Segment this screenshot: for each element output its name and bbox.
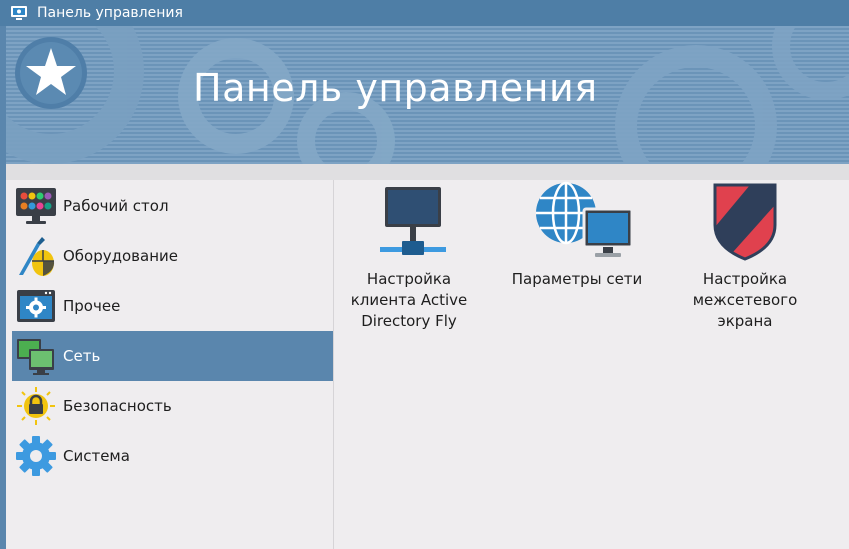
window-titlebar: Панель управления <box>0 0 849 26</box>
network-settings-icon <box>536 181 634 257</box>
sidebar-item-label: Рабочий стол <box>63 197 169 215</box>
sidebar-item-hardware[interactable]: Оборудование <box>12 231 333 281</box>
sidebar-item-label: Оборудование <box>63 247 178 265</box>
system-gear-icon <box>16 436 56 476</box>
tile-active-directory[interactable]: Настройка клиента Active Directory Fly <box>334 181 484 351</box>
security-lock-icon <box>17 387 55 425</box>
star-logo-icon <box>15 37 87 109</box>
tile-label: Параметры сети <box>511 270 643 288</box>
control-panel-window: Панель управления Рабочий стол Оборудова… <box>6 26 849 549</box>
sidebar-item-label: Безопасность <box>63 397 172 415</box>
network-icon <box>17 339 54 375</box>
sidebar-item-label: Прочее <box>63 297 121 315</box>
hardware-icon <box>19 237 55 276</box>
sidebar-item-system[interactable]: Система <box>12 431 333 481</box>
banner-divider <box>6 164 849 180</box>
tile-network-settings[interactable]: Параметры сети <box>502 181 652 351</box>
sidebar-item-label: Система <box>63 447 130 465</box>
active-directory-icon <box>380 187 446 255</box>
sidebar-item-label: Сеть <box>63 347 101 365</box>
firewall-shield-icon <box>713 183 777 261</box>
desktop-icon <box>16 188 56 224</box>
network-content-area: Настройка клиента Active Directory Fly П… <box>334 181 849 549</box>
banner-title: Панель управления <box>193 66 598 110</box>
tile-firewall[interactable]: Настройка межсетевого экрана <box>670 181 820 351</box>
header-banner: Панель управления <box>6 26 849 164</box>
window-title: Панель управления <box>37 5 183 21</box>
sidebar-item-security[interactable]: Безопасность <box>12 381 333 431</box>
sidebar-item-network[interactable]: Сеть <box>12 331 333 381</box>
control-panel-app-icon <box>11 6 27 20</box>
tile-label: Настройка клиента Active Directory Fly <box>350 270 468 330</box>
sidebar-item-other[interactable]: Прочее <box>12 281 333 331</box>
sidebar-item-desktop[interactable]: Рабочий стол <box>12 181 333 231</box>
other-settings-icon <box>17 290 55 322</box>
tile-label: Настройка межсетевого экрана <box>692 270 798 330</box>
category-sidebar: Рабочий стол Оборудование Прочее Сеть Бе… <box>12 181 333 549</box>
